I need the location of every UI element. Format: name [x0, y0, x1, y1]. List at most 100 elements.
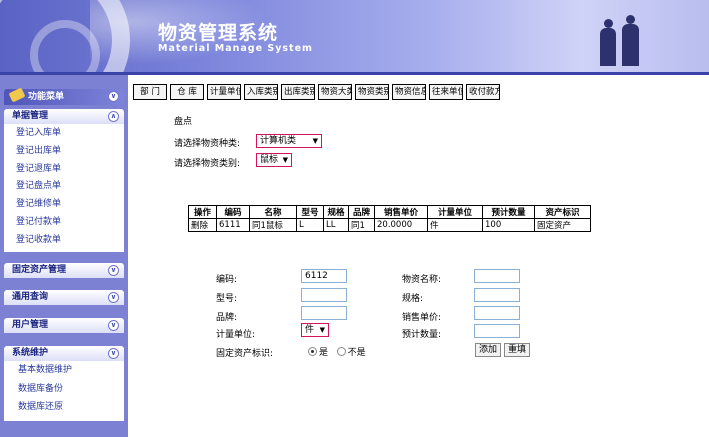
add-button[interactable]: 添加 [475, 343, 501, 357]
delete-link[interactable]: 删除 [188, 218, 217, 232]
group-maintenance[interactable]: 系统维护 ∨ [4, 346, 124, 361]
dropdown-arrow-icon: ▼ [312, 137, 318, 145]
group-label: 固定资产管理 [12, 265, 67, 275]
tab-partner[interactable]: 往来单位 [429, 84, 463, 100]
header-banner: 物资管理系统 Material Manage System [0, 0, 709, 72]
radio-no[interactable] [336, 347, 346, 356]
name-input[interactable] [474, 269, 520, 283]
sidebar-item-receipt[interactable]: 登记收款单 [4, 232, 124, 250]
col-header: 预计数量 [482, 205, 535, 219]
cell-name: 同1鼠标 [249, 218, 297, 232]
col-header: 型号 [296, 205, 324, 219]
unit-label: 计量单位: [216, 330, 256, 340]
cell-qty: 100 [482, 218, 535, 232]
tab-material-info[interactable]: 物资信息 [392, 84, 426, 100]
dropdown-arrow-icon: ▼ [319, 326, 325, 334]
sidebar-item-inbound[interactable]: 登记入库单 [4, 125, 124, 143]
code-input[interactable]: 6112 [301, 269, 347, 283]
sidebar-item-backup[interactable]: 数据库备份 [4, 380, 124, 399]
radio-no-label: 不是 [347, 348, 366, 358]
documents-list: 登记入库单 登记出库单 登记退库单 登记盘点单 登记维修单 登记付款单 登记收款… [4, 124, 124, 252]
model-label: 型号: [216, 294, 238, 304]
group-label: 通用查询 [12, 292, 49, 302]
menu-title: 功能菜单 [28, 92, 65, 102]
code-label: 编码: [216, 275, 238, 285]
inventory-table: 操作 编码 名称 型号 规格 品牌 销售单价 计量单位 预计数量 资产标识 删除… [188, 205, 591, 232]
tab-department[interactable]: 部 门 [133, 84, 167, 100]
sidebar-item-basic-data[interactable]: 基本数据维护 [4, 361, 124, 380]
group-fixed-assets[interactable]: 固定资产管理 ∨ [4, 263, 124, 278]
asset-label: 固定资产标识: [216, 349, 274, 359]
sidebar-item-return[interactable]: 登记退库单 [4, 161, 124, 179]
brand-input[interactable] [301, 306, 347, 320]
business-people-icon [590, 8, 660, 66]
spec-label: 规格: [402, 294, 424, 304]
cell-spec: LL [323, 218, 349, 232]
expand-down-icon[interactable]: ∨ [108, 348, 119, 359]
sidebar-item-payment[interactable]: 登记付款单 [4, 214, 124, 232]
tab-inbound-type[interactable]: 入库类别 [244, 84, 278, 100]
sidebar-item-outbound[interactable]: 登记出库单 [4, 143, 124, 161]
cell-brand: 同1 [348, 218, 375, 232]
sidebar: 功能菜单 ∨ 单据管理 ∧ 登记入库单 登记出库单 登记退库单 登记盘点单 登记… [0, 75, 128, 437]
sidebar-item-inventory[interactable]: 登记盘点单 [4, 178, 124, 196]
group-label: 用户管理 [12, 320, 49, 330]
radio-yes[interactable] [308, 347, 317, 356]
table-header-row: 操作 编码 名称 型号 规格 品牌 销售单价 计量单位 预计数量 资产标识 [188, 205, 591, 219]
group-users[interactable]: 用户管理 ∨ [4, 318, 124, 333]
collapse-menu-icon[interactable]: ∨ [108, 91, 119, 102]
expand-down-icon[interactable]: ∨ [108, 265, 119, 276]
sidebar-item-restore[interactable]: 数据库还原 [4, 398, 124, 417]
qty-input[interactable] [474, 324, 520, 338]
tab-outbound-type[interactable]: 出库类别 [281, 84, 315, 100]
section-title: 盘点 [174, 117, 193, 127]
expand-down-icon[interactable]: ∨ [108, 292, 119, 303]
expand-down-icon[interactable]: ∨ [108, 320, 119, 331]
reset-button[interactable]: 重填 [504, 343, 530, 357]
name-label: 物资名称: [402, 275, 442, 285]
sidebar-item-repair[interactable]: 登记维修单 [4, 196, 124, 214]
collapse-up-icon[interactable]: ∧ [108, 111, 119, 122]
unit-value: 件 [305, 325, 315, 335]
radio-group-asset: 是 不是 [308, 345, 366, 358]
tab-unit[interactable]: 计量单位 [207, 84, 241, 100]
category-value: 计算机类 [260, 136, 297, 146]
app-title: 物资管理系统 [158, 22, 279, 44]
price-label: 销售单价: [402, 313, 442, 323]
cell-unit: 件 [427, 218, 483, 232]
col-header: 资产标识 [534, 205, 591, 219]
dropdown-arrow-icon: ▼ [282, 156, 288, 164]
radio-yes-label: 是 [319, 348, 329, 358]
spec-input[interactable] [474, 288, 520, 302]
unit-select[interactable]: 件 ▼ [301, 323, 329, 337]
price-input[interactable] [474, 306, 520, 320]
type-value: 鼠标 [260, 155, 279, 165]
col-header: 销售单价 [374, 205, 428, 219]
main-content: 部 门 仓 库 计量单位 入库类别 出库类别 物资大类 物资类别 物资信息 往来… [130, 80, 709, 437]
cell-code: 6111 [216, 218, 250, 232]
brand-label: 品牌: [216, 313, 238, 323]
category-select[interactable]: 计算机类 ▼ [256, 134, 322, 148]
type-select[interactable]: 鼠标 ▼ [256, 153, 292, 167]
table-row: 删除 6111 同1鼠标 L LL 同1 20.0000 件 100 固定资产 [188, 218, 591, 232]
tab-bar: 部 门 仓 库 计量单位 入库类别 出库类别 物资大类 物资类别 物资信息 往来… [133, 84, 500, 100]
group-documents[interactable]: 单据管理 ∧ [4, 109, 124, 124]
tab-warehouse[interactable]: 仓 库 [170, 84, 204, 100]
tab-material-type[interactable]: 物资类别 [355, 84, 389, 100]
group-query[interactable]: 通用查询 ∨ [4, 290, 124, 305]
group-label: 系统维护 [12, 348, 49, 358]
type-label: 请选择物资类别: [174, 159, 241, 169]
group-label: 单据管理 [12, 111, 49, 121]
menu-header: 功能菜单 ∨ [4, 87, 124, 105]
tab-material-class[interactable]: 物资大类 [318, 84, 352, 100]
col-header: 规格 [323, 205, 349, 219]
tab-payer[interactable]: 收付款方 [466, 84, 500, 100]
cell-asset: 固定资产 [534, 218, 591, 232]
col-header: 计量单位 [427, 205, 483, 219]
model-input[interactable] [301, 288, 347, 302]
app-subtitle: Material Manage System [158, 43, 313, 54]
col-header: 品牌 [348, 205, 375, 219]
cell-price: 20.0000 [374, 218, 428, 232]
col-header: 操作 [188, 205, 217, 219]
category-label: 请选择物资种类: [174, 139, 241, 149]
